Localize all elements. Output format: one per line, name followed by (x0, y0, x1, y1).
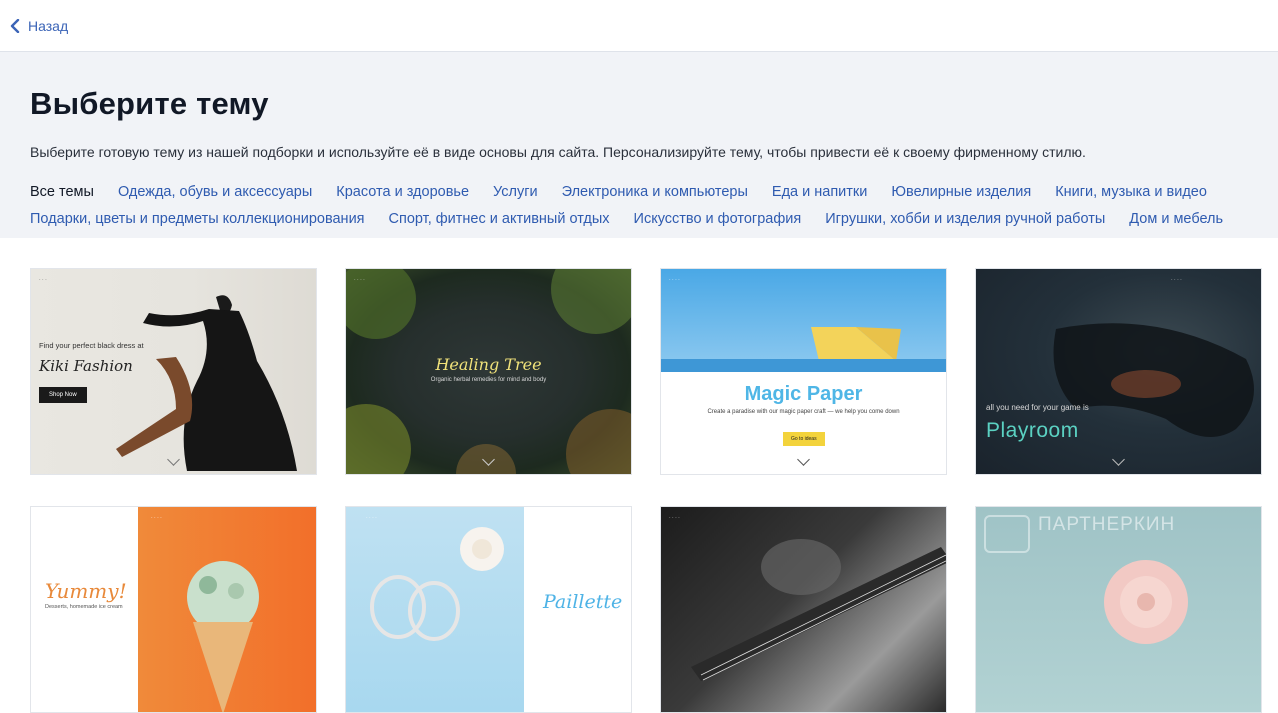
category-jewelry[interactable]: Ювелирные изделия (891, 183, 1031, 201)
card-nav: · · · · (366, 515, 377, 521)
card-tagline: Desserts, homemade ice cream (45, 604, 123, 610)
chevron-left-icon (10, 18, 20, 33)
theme-card-flower[interactable]: ПАРТНЕРКИН (975, 506, 1262, 713)
guitar-photo (691, 539, 946, 681)
watermark-icon (984, 515, 1030, 553)
card-title: Yummy! (45, 579, 127, 603)
shop-now-button: Shop Now (39, 387, 87, 403)
jewelry-photo (346, 507, 524, 712)
dessert-illustration (187, 561, 259, 712)
dessert-photo (138, 507, 316, 712)
theme-card-kiki-fashion[interactable]: · · · Find your perfect black dress at K… (30, 268, 317, 475)
page-description: Выберите готовую тему из нашей подборки … (30, 144, 1086, 160)
card-title: Healing Tree (435, 355, 542, 374)
card-title: Kiki Fashion (39, 357, 133, 375)
category-toys[interactable]: Игрушки, хобби и изделия ручной работы (825, 210, 1105, 228)
hero-section: Выберите тему Выберите готовую тему из н… (0, 52, 1278, 238)
watermark: ПАРТНЕРКИН (1038, 514, 1176, 535)
card-nav: · · · · (151, 515, 162, 521)
card-tagline: Create a paradise with our magic paper c… (707, 409, 900, 415)
earrings-illustration (370, 527, 504, 641)
card-tagline: all you need for your game is (986, 403, 1089, 412)
category-art[interactable]: Искусство и фотография (634, 210, 802, 228)
category-sport[interactable]: Спорт, фитнес и активный отдых (389, 210, 610, 228)
card-nav: · · · · (669, 515, 680, 521)
card-title: Playroom (986, 419, 1079, 442)
category-filter: Все темы Одежда, обувь и аксессуары Крас… (30, 183, 1260, 228)
theme-card-paillette[interactable]: · · · · Paillette (345, 506, 632, 713)
category-clothing[interactable]: Одежда, обувь и аксессуары (118, 183, 312, 201)
theme-card-guitar[interactable]: · · · · (660, 506, 947, 713)
category-books[interactable]: Книги, музыка и видео (1055, 183, 1207, 201)
theme-card-healing-tree[interactable]: · · · · Healing Tree Organic herbal reme… (345, 268, 632, 475)
top-bar: Назад (0, 0, 1278, 52)
back-link[interactable]: Назад (10, 18, 68, 34)
gamepad-photo (1053, 323, 1254, 437)
sky-photo (661, 269, 946, 372)
category-food[interactable]: Еда и напитки (772, 183, 867, 201)
card-tagline: Organic herbal remedies for mind and bod… (430, 377, 547, 383)
card-nav: · · · (39, 277, 47, 283)
chevron-down-icon (796, 453, 810, 466)
paper-boat-illustration (661, 327, 946, 372)
card-title: Paillette (543, 591, 623, 613)
category-all[interactable]: Все темы (30, 183, 94, 201)
category-gifts[interactable]: Подарки, цветы и предметы коллекциониров… (30, 210, 365, 228)
back-label: Назад (28, 17, 69, 34)
card-nav: · · · · (354, 277, 365, 283)
card-title: Magic Paper (744, 383, 863, 405)
category-home[interactable]: Дом и мебель (1129, 210, 1223, 228)
category-electronics[interactable]: Электроника и компьютеры (562, 183, 748, 201)
theme-card-magic-paper[interactable]: · · · · Magic Paper Create a paradise wi… (660, 268, 947, 475)
card-tagline: Find your perfect black dress at (39, 341, 144, 350)
card-nav: · · · · (669, 277, 680, 283)
theme-card-yummy[interactable]: · · · · Yummy! Desserts, homemade ice cr… (30, 506, 317, 713)
cta-button: Go to ideas (783, 432, 825, 446)
category-beauty[interactable]: Красота и здоровье (336, 183, 469, 201)
theme-card-playroom[interactable]: · · · · all you need for your game is Pl… (975, 268, 1262, 475)
page-title: Выберите тему (30, 86, 269, 121)
category-services[interactable]: Услуги (493, 183, 538, 201)
theme-grid: · · · Find your perfect black dress at K… (30, 268, 1262, 713)
card-nav: · · · · (1171, 277, 1182, 283)
